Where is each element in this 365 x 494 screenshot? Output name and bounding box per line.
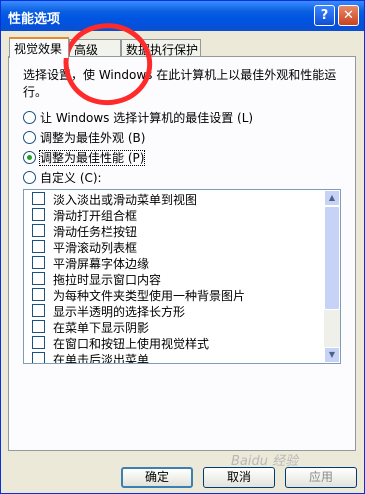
tab-visual-effects[interactable]: 视觉效果 (9, 37, 69, 58)
list-item[interactable]: 滑动打开组合框 (24, 206, 340, 223)
scroll-up-arrow-icon[interactable]: ▲ (324, 190, 340, 206)
cancel-button[interactable]: 取消 (203, 467, 275, 488)
checkbox[interactable] (32, 256, 45, 269)
list-item[interactable]: 在菜单下显示阴影 (24, 318, 340, 335)
checkbox[interactable] (32, 352, 45, 363)
radio-label: 让 Windows 选择计算机的最佳设置 (L) (40, 111, 254, 125)
checkbox[interactable] (32, 288, 45, 301)
radio-label: 调整为最佳性能 (P) (38, 150, 146, 166)
checkbox[interactable] (32, 208, 45, 221)
apply-button[interactable]: 应用 (285, 467, 357, 488)
checkbox[interactable] (32, 192, 45, 205)
radio-best-performance[interactable]: 调整为最佳性能 (P) (23, 149, 146, 166)
ok-button[interactable]: 确定 (121, 467, 193, 488)
list-item[interactable]: 平滑滚动列表框 (24, 238, 340, 255)
list-item[interactable]: 淡入淡出或滑动菜单到视图 (24, 190, 340, 207)
radio-label: 自定义 (C): (40, 171, 102, 185)
performance-options-dialog: 性能选项 ? ✕ 视觉效果 高级 数据执行保护 选择设置，使 Windows 在… (0, 0, 365, 494)
scroll-down-arrow-icon[interactable]: ▼ (324, 347, 340, 363)
close-button[interactable]: ✕ (338, 5, 359, 26)
title-bar[interactable]: 性能选项 ? ✕ (1, 1, 364, 31)
list-item[interactable]: 显示半透明的选择长方形 (24, 302, 340, 319)
checkbox[interactable] (32, 272, 45, 285)
radio-button[interactable] (23, 111, 36, 124)
visual-effects-panel: 选择设置，使 Windows 在此计算机上以最佳外观和性能运行。 让 Windo… (8, 56, 356, 451)
checkbox[interactable] (32, 304, 45, 317)
radio-let-windows-choose[interactable]: 让 Windows 选择计算机的最佳设置 (L) (23, 109, 253, 125)
radio-button[interactable] (23, 131, 36, 144)
radio-custom[interactable]: 自定义 (C): (23, 169, 102, 185)
watermark: Baidu 经验 (231, 454, 299, 469)
radio-label: 调整为最佳外观 (B) (40, 131, 146, 145)
effect-label: 在单击后淡出菜单 (53, 353, 150, 364)
list-item[interactable]: 在单击后淡出菜单 (24, 350, 340, 364)
list-item[interactable]: 为每种文件夹类型使用一种背景图片 (24, 286, 340, 303)
checkbox[interactable] (32, 224, 45, 237)
radio-best-appearance[interactable]: 调整为最佳外观 (B) (23, 129, 145, 145)
list-item[interactable]: 平滑屏幕字体边缘 (24, 254, 340, 271)
checkbox[interactable] (32, 336, 45, 349)
radio-button[interactable] (23, 171, 36, 184)
help-button[interactable]: ? (314, 5, 335, 26)
checkbox[interactable] (32, 240, 45, 253)
checkbox[interactable] (32, 320, 45, 333)
list-item[interactable]: 在窗口和按钮上使用视觉样式 (24, 334, 340, 351)
radio-button-selected[interactable] (23, 151, 36, 164)
vertical-scrollbar[interactable]: ▲ ▼ (324, 190, 340, 363)
list-item[interactable]: 滑动任务栏按钮 (24, 222, 340, 239)
scroll-thumb[interactable] (324, 206, 340, 310)
visual-effects-list[interactable]: 淡入淡出或滑动菜单到视图 滑动打开组合框 滑动任务栏按钮 平滑滚动列表框 平滑屏… (23, 189, 341, 364)
list-item[interactable]: 拖拉时显示窗口内容 (24, 270, 340, 287)
window-title: 性能选项 (8, 12, 61, 27)
